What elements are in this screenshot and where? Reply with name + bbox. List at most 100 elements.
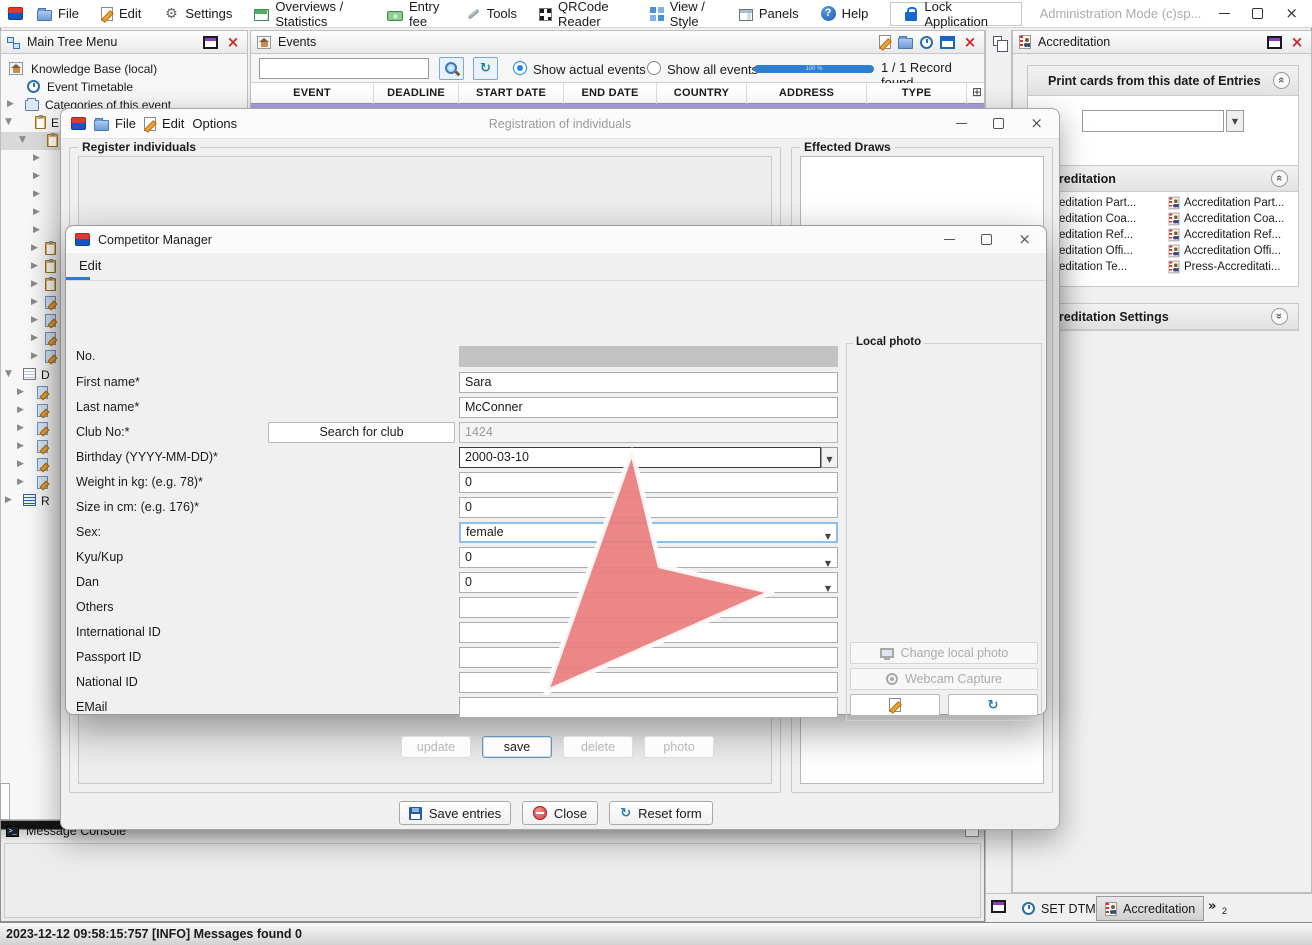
- registration-menu-file[interactable]: File: [94, 116, 136, 131]
- tree-item[interactable]: Knowledge Base (local): [1, 60, 247, 78]
- menu-item-edit[interactable]: Edit: [101, 6, 141, 21]
- collapsed-arrow-icon[interactable]: ▶: [33, 207, 40, 217]
- menu-item-view-style[interactable]: View / Style: [650, 0, 717, 29]
- tab-accreditation[interactable]: Accreditation: [1096, 896, 1204, 921]
- birthday-yyyy-mm-dd-dropdown-button[interactable]: ▼: [821, 447, 838, 468]
- column-chooser-icon[interactable]: ⊞: [972, 85, 982, 99]
- refresh-photo-button[interactable]: ↻: [948, 694, 1038, 716]
- accreditation-item-right[interactable]: Press-Accreditati...: [1184, 261, 1281, 273]
- maximize-button[interactable]: [1252, 8, 1263, 19]
- lock-application-button[interactable]: Lock Application: [890, 2, 1021, 26]
- collapsed-arrow-icon[interactable]: ▶: [31, 297, 38, 307]
- panel-maximize-icon[interactable]: [940, 36, 955, 49]
- menu-item-panels[interactable]: Panels: [739, 6, 799, 21]
- tree-item[interactable]: Event Timetable: [1, 78, 247, 96]
- timetable-icon[interactable]: [920, 36, 933, 49]
- birthday-yyyy-mm-dd-field[interactable]: 2000-03-10: [459, 447, 821, 468]
- collapsed-arrow-icon[interactable]: ▶: [31, 333, 38, 343]
- panel-restore-icon[interactable]: [991, 900, 1006, 913]
- column-header-deadline[interactable]: DEADLINE: [374, 83, 459, 104]
- sex-combo[interactable]: female▼: [459, 522, 838, 543]
- webcam-capture-button[interactable]: Webcam Capture: [850, 668, 1038, 690]
- edit-event-icon[interactable]: [879, 35, 891, 49]
- stacked-panels-icon[interactable]: [993, 36, 1002, 46]
- panel-close-icon[interactable]: ×: [1289, 36, 1305, 49]
- panel-close-icon[interactable]: ×: [225, 36, 241, 49]
- search-button[interactable]: [439, 57, 464, 80]
- international-id-field[interactable]: [459, 622, 838, 643]
- collapsed-arrow-icon[interactable]: ▶: [5, 495, 12, 505]
- menu-item-tools[interactable]: Tools: [466, 6, 517, 21]
- open-event-icon[interactable]: [898, 38, 913, 49]
- menu-item-qrcode-reader[interactable]: QRCode Reader: [539, 0, 628, 29]
- radio-show-all-events[interactable]: [647, 61, 661, 75]
- collapsed-panel-handle[interactable]: [0, 783, 10, 820]
- collapsed-arrow-icon[interactable]: ▶: [33, 153, 40, 163]
- dan-combo[interactable]: 0▼: [459, 572, 838, 593]
- photo-button[interactable]: photo: [644, 736, 714, 758]
- tab-set-dtm[interactable]: SET DTM: [1014, 896, 1104, 921]
- print-cards-header[interactable]: Print cards from this date of Entries: [1028, 66, 1298, 96]
- collapsed-arrow-icon[interactable]: ▶: [17, 423, 24, 433]
- edit-photo-button[interactable]: [850, 694, 940, 716]
- collapse-chevron-icon[interactable]: «: [1273, 72, 1290, 89]
- collapsed-arrow-icon[interactable]: ▶: [17, 387, 24, 397]
- size-in-cm-e-g-176-field[interactable]: 0: [459, 497, 838, 518]
- column-header-end-date[interactable]: END DATE: [564, 83, 657, 104]
- collapsed-arrow-icon[interactable]: ▶: [17, 477, 24, 487]
- collapsed-arrow-icon[interactable]: ▶: [7, 99, 14, 109]
- save-button[interactable]: save: [482, 736, 552, 758]
- others-field[interactable]: [459, 597, 838, 618]
- minimize-button[interactable]: [1219, 13, 1230, 14]
- collapsed-arrow-icon[interactable]: ▶: [17, 405, 24, 415]
- search-for-club-button[interactable]: Search for club: [268, 422, 455, 443]
- panel-maximize-icon[interactable]: [203, 36, 218, 49]
- minimize-button[interactable]: [944, 239, 955, 240]
- tab-overflow-icon[interactable]: »: [1208, 899, 1216, 914]
- collapsed-arrow-icon[interactable]: ▶: [17, 459, 24, 469]
- column-header-country[interactable]: COUNTRY: [657, 83, 747, 104]
- accreditation-item-right[interactable]: Accreditation Coa...: [1184, 213, 1284, 225]
- first-name-field[interactable]: Sara: [459, 372, 838, 393]
- expanded-arrow-icon[interactable]: ▼: [19, 135, 26, 145]
- collapsed-arrow-icon[interactable]: ▶: [31, 243, 38, 253]
- maximize-button[interactable]: [981, 234, 992, 245]
- maximize-button[interactable]: [993, 118, 1004, 129]
- collapsed-arrow-icon[interactable]: ▶: [31, 351, 38, 361]
- email-field[interactable]: [459, 697, 838, 718]
- close-button[interactable]: ×: [1285, 6, 1298, 21]
- collapsed-arrow-icon[interactable]: ▶: [33, 189, 40, 199]
- expanded-arrow-icon[interactable]: ▼: [5, 369, 12, 379]
- date-dropdown-button[interactable]: ▼: [1226, 110, 1244, 132]
- change-local-photo-button[interactable]: Change local photo: [850, 642, 1038, 664]
- column-header-event[interactable]: EVENT: [251, 83, 374, 104]
- collapse-chevron-icon[interactable]: «: [1271, 170, 1288, 187]
- save-entries-button[interactable]: Save entries: [399, 801, 511, 825]
- close-window-button[interactable]: Close: [522, 801, 598, 825]
- minimize-button[interactable]: [956, 123, 967, 124]
- expand-chevron-icon[interactable]: «: [1271, 308, 1288, 325]
- entries-date-input[interactable]: [1082, 110, 1224, 132]
- passport-id-field[interactable]: [459, 647, 838, 668]
- refresh-events-button[interactable]: ↻: [473, 57, 498, 80]
- menu-item-settings[interactable]: ⚙Settings: [163, 6, 232, 22]
- menu-item-file[interactable]: File: [37, 6, 79, 21]
- last-name-field[interactable]: McConner: [459, 397, 838, 418]
- accreditation-item-right[interactable]: Accreditation Ref...: [1184, 229, 1281, 241]
- registration-menu-edit[interactable]: Edit: [144, 116, 184, 131]
- accreditation-item-right[interactable]: Accreditation Part...: [1184, 197, 1284, 209]
- column-header-type[interactable]: TYPE: [867, 83, 967, 104]
- collapsed-arrow-icon[interactable]: ▶: [31, 279, 38, 289]
- update-button[interactable]: update: [401, 736, 471, 758]
- weight-in-kg-e-g-78-field[interactable]: 0: [459, 472, 838, 493]
- collapsed-arrow-icon[interactable]: ▶: [33, 225, 40, 235]
- delete-button[interactable]: delete: [563, 736, 633, 758]
- column-header-address[interactable]: ADDRESS: [747, 83, 867, 104]
- national-id-field[interactable]: [459, 672, 838, 693]
- radio-show-actual-events[interactable]: [513, 61, 527, 75]
- collapsed-arrow-icon[interactable]: ▶: [17, 441, 24, 451]
- event-search-input[interactable]: [259, 58, 429, 79]
- reset-form-button[interactable]: ↻ Reset form: [609, 801, 713, 825]
- panel-close-icon[interactable]: ×: [962, 36, 978, 49]
- panel-maximize-icon[interactable]: [1267, 36, 1282, 49]
